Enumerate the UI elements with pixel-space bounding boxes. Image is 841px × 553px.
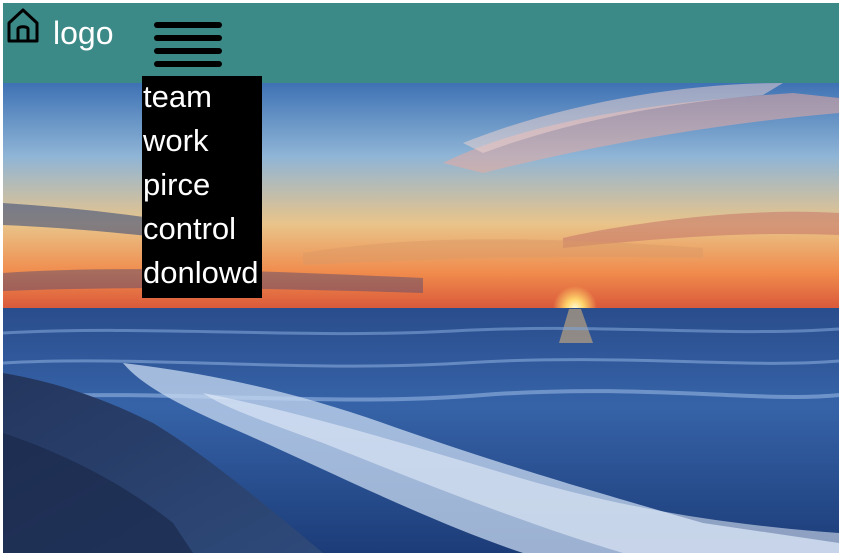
hamburger-menu-icon[interactable]: [154, 22, 222, 74]
nav-item-control: control: [142, 208, 262, 252]
nav-item-donlowd: donlowd: [142, 252, 262, 296]
sunset-beach-photo: [3, 3, 839, 553]
nav-link-control[interactable]: control: [142, 208, 262, 250]
home-icon[interactable]: [5, 5, 45, 45]
header-bar: logo: [3, 3, 839, 83]
menu-bar: [154, 61, 222, 67]
hero-image: [3, 3, 839, 553]
nav-item-work: work: [142, 120, 262, 164]
nav-link-work[interactable]: work: [142, 120, 262, 162]
nav-item-pirce: pirce: [142, 164, 262, 208]
page: logo team work pirce control donlowd: [0, 0, 841, 553]
nav-item-team: team: [142, 76, 262, 120]
nav-link-pirce[interactable]: pirce: [142, 164, 262, 206]
menu-bar: [154, 48, 222, 54]
nav-link-donlowd[interactable]: donlowd: [142, 252, 262, 294]
menu-bar: [154, 22, 222, 28]
nav-link-team[interactable]: team: [142, 76, 262, 118]
menu-bar: [154, 35, 222, 41]
logo-text[interactable]: logo: [53, 13, 114, 53]
nav-dropdown: team work pirce control donlowd: [142, 76, 262, 298]
